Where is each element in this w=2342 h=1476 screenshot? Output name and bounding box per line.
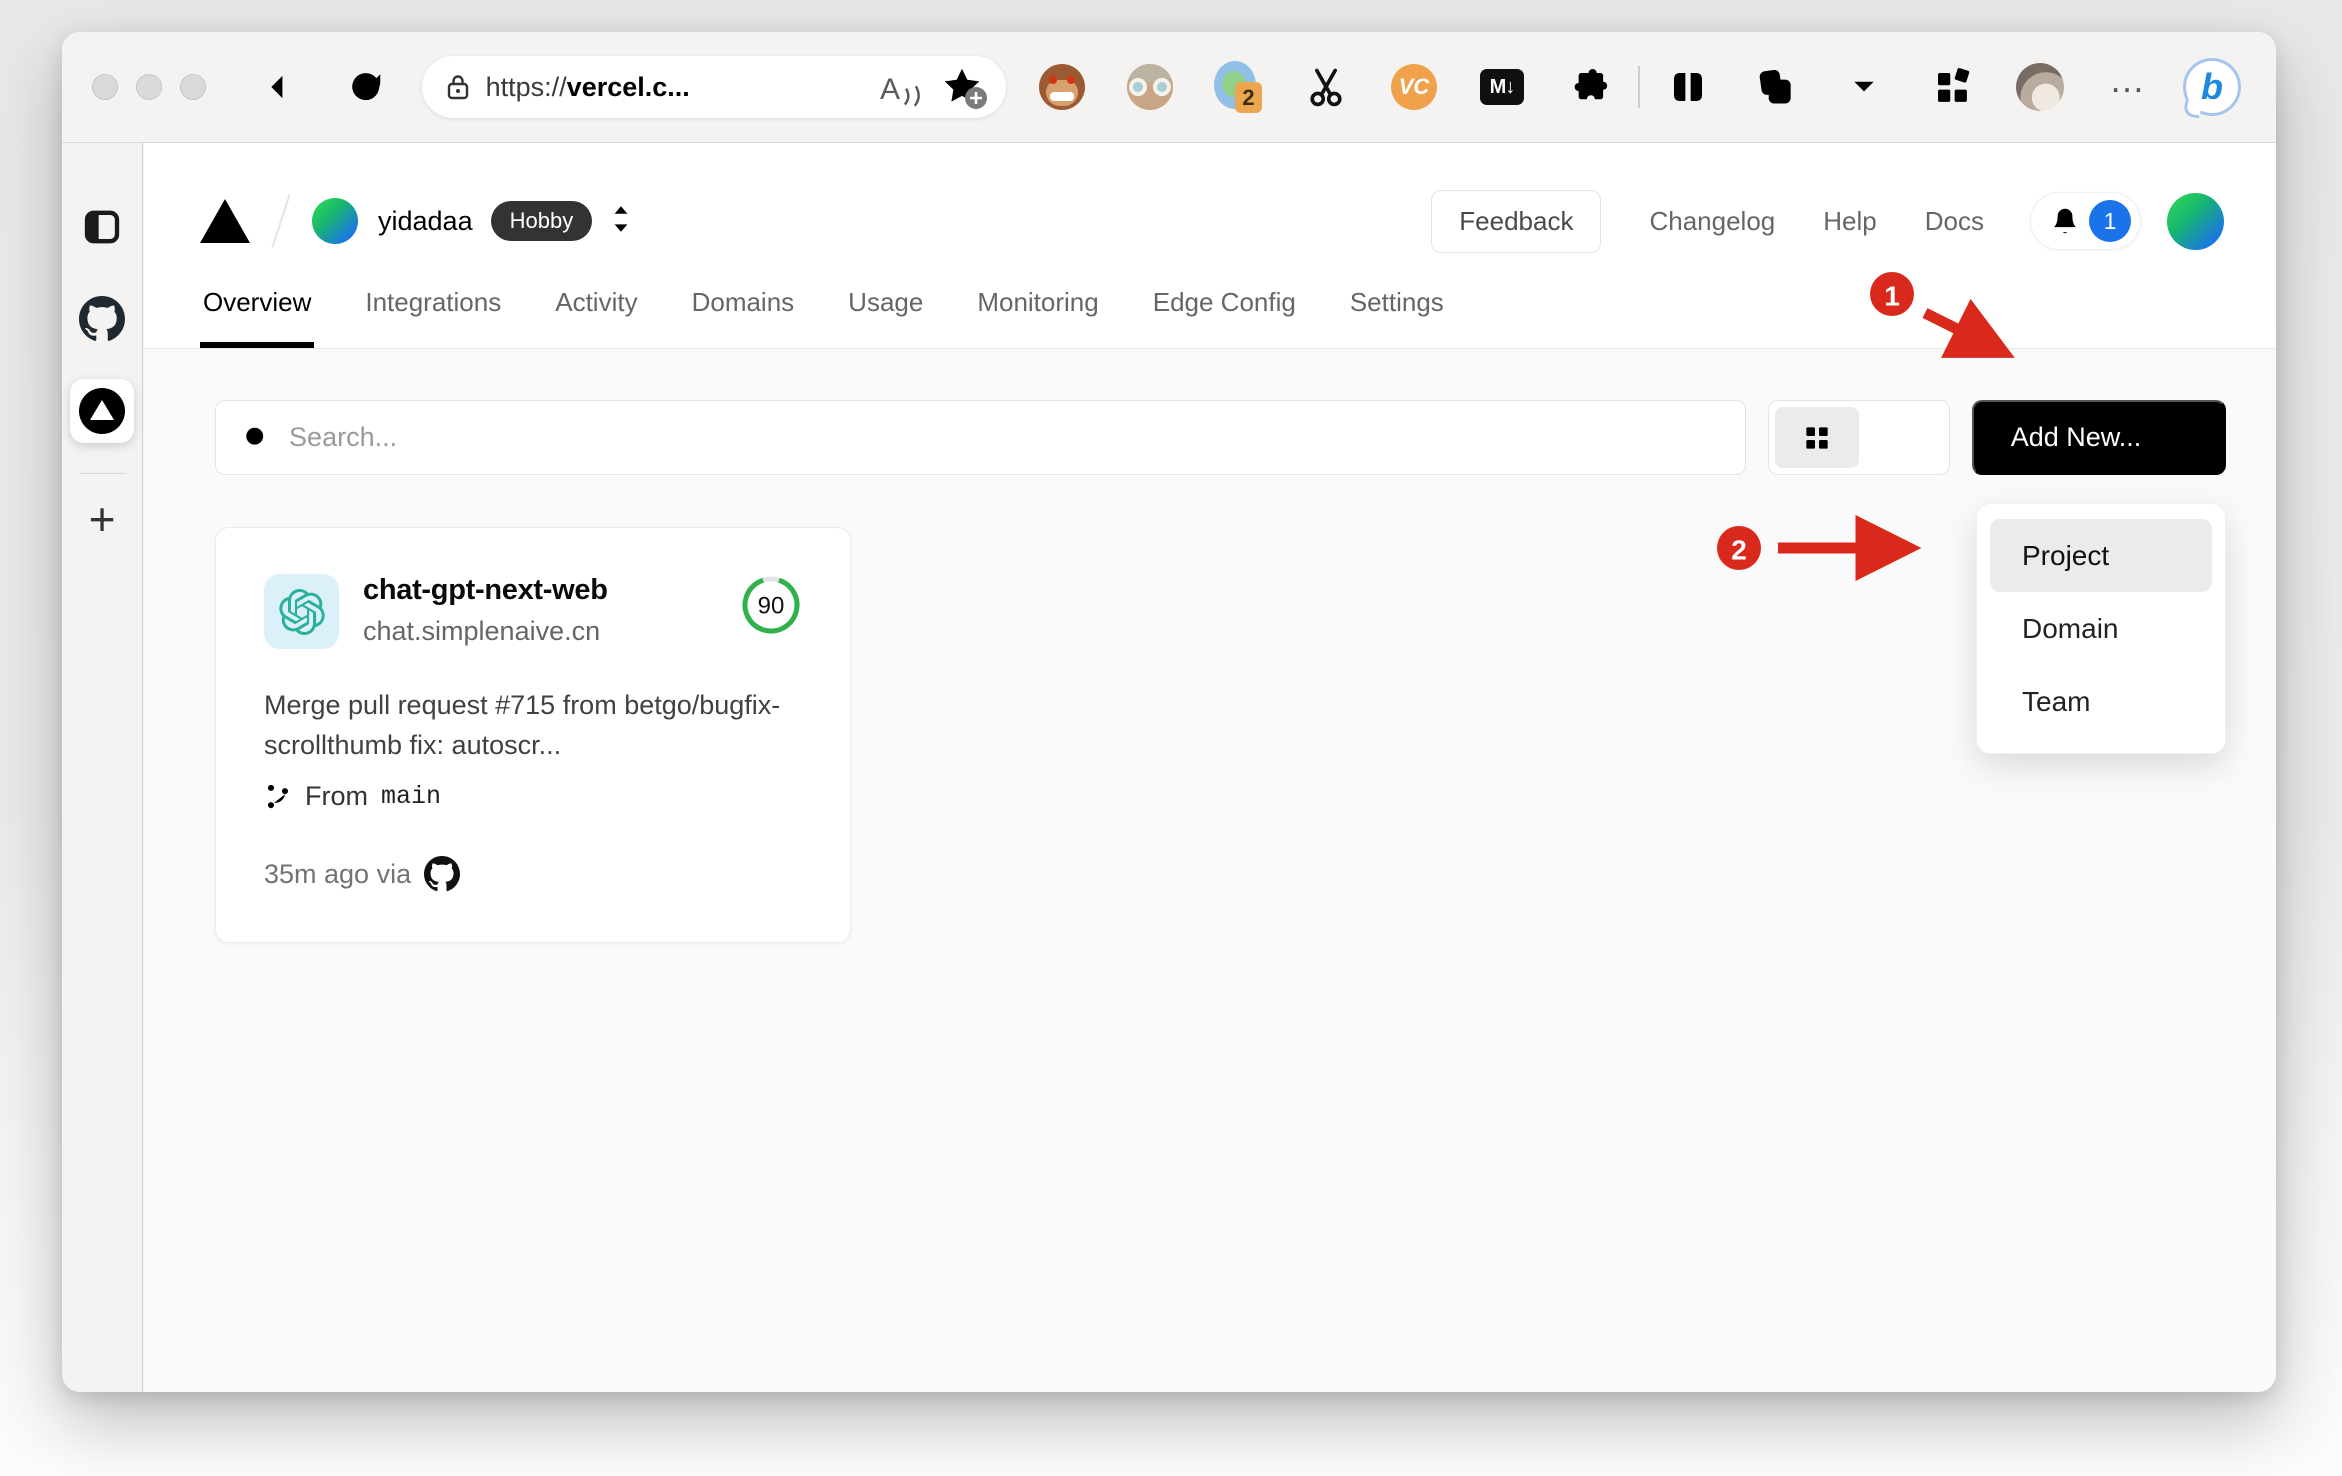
chevron-down-icon <box>2167 434 2181 442</box>
page-content: yidadaa Hobby Feedback Changelog Help Do… <box>144 143 2276 1392</box>
project-favicon <box>264 574 339 649</box>
favorite-star-icon[interactable] <box>940 64 987 110</box>
clipper-extension-icon[interactable] <box>1282 55 1370 119</box>
score-value: 90 <box>758 593 785 620</box>
vercel-header: yidadaa Hobby Feedback Changelog Help Do… <box>144 143 2276 349</box>
lighthouse-score[interactable]: 90 <box>740 574 802 636</box>
bing-chat-icon[interactable]: b <box>2172 55 2252 119</box>
address-bar[interactable]: https://vercel.c... A <box>421 56 1006 118</box>
search-icon <box>246 427 264 445</box>
openai-logo-icon <box>278 588 325 635</box>
refresh-button[interactable] <box>340 59 392 115</box>
tab-overview[interactable]: Overview <box>200 287 315 348</box>
tab-github[interactable] <box>79 273 125 365</box>
close-window-button[interactable] <box>92 74 118 100</box>
commit-message[interactable]: Merge pull request #715 from betgo/bugfi… <box>264 685 802 765</box>
team-switcher-icon[interactable] <box>608 202 634 241</box>
download-icon[interactable] <box>1820 55 1908 119</box>
tab-manager-extension-icon[interactable]: 2 <box>1194 55 1282 119</box>
vc-extension-icon[interactable]: VC <box>1370 55 1458 119</box>
granny-extension-icon[interactable] <box>1106 55 1194 119</box>
tampermonkey-extension-icon[interactable] <box>1018 55 1106 119</box>
browser-toolbar: https://vercel.c... A 2 VC M↓ … b <box>62 32 2276 143</box>
team-name: yidadaa <box>378 205 473 236</box>
tab-settings[interactable]: Settings <box>1347 287 1447 348</box>
add-new-dropdown: Project Domain Team <box>1976 503 2226 754</box>
branch-name[interactable]: main <box>381 782 441 811</box>
apps-grid-icon[interactable] <box>1908 55 1996 119</box>
nav-help[interactable]: Help <box>1823 206 1876 237</box>
github-icon <box>424 856 461 892</box>
read-aloud-icon[interactable]: A <box>880 65 924 109</box>
deploy-time: 35m ago via <box>264 858 412 889</box>
minimize-window-button[interactable] <box>136 74 162 100</box>
markdown-download-extension-icon[interactable]: M↓ <box>1458 55 1546 119</box>
list-view-button[interactable] <box>1859 407 1943 468</box>
dashboard-tabs: Overview Integrations Activity Domains U… <box>200 287 1447 348</box>
tab-vercel-active[interactable] <box>70 365 134 457</box>
add-new-button[interactable]: Add New... <box>1972 400 2226 475</box>
extensions-row: 2 VC M↓ … b <box>1018 55 2252 119</box>
toggle-sidebar-button[interactable] <box>82 181 122 273</box>
browser-sidebar: + <box>62 143 143 1392</box>
plan-badge: Hobby <box>490 201 593 241</box>
user-avatar[interactable] <box>2167 192 2224 250</box>
vercel-logo[interactable] <box>200 199 250 243</box>
split-screen-icon[interactable] <box>1644 55 1732 119</box>
project-domain[interactable]: chat.simplenaive.cn <box>363 616 740 647</box>
dropdown-item-team[interactable]: Team <box>1990 665 2212 738</box>
toolbar-divider <box>1638 66 1640 108</box>
notification-count-badge: 1 <box>2089 200 2131 242</box>
nav-changelog[interactable]: Changelog <box>1649 206 1775 237</box>
search-box[interactable] <box>215 400 1746 475</box>
maximize-window-button[interactable] <box>180 74 206 100</box>
tab-usage[interactable]: Usage <box>845 287 926 348</box>
nav-docs[interactable]: Docs <box>1925 206 1984 237</box>
project-card[interactable]: chat-gpt-next-web chat.simplenaive.cn 90… <box>215 527 851 943</box>
sidebar-divider <box>79 473 125 474</box>
bell-icon <box>2062 232 2068 234</box>
browser-window: https://vercel.c... A 2 VC M↓ … b + yida… <box>62 32 2276 1392</box>
from-label: From <box>305 781 368 811</box>
tab-domains[interactable]: Domains <box>689 287 798 348</box>
collections-icon[interactable] <box>1732 55 1820 119</box>
extensions-puzzle-icon[interactable] <box>1546 55 1634 119</box>
view-toggle <box>1768 400 1950 475</box>
window-controls <box>92 74 206 100</box>
lock-icon <box>447 75 468 100</box>
git-branch-icon <box>267 784 289 808</box>
new-tab-button[interactable]: + <box>89 484 116 554</box>
project-name[interactable]: chat-gpt-next-web <box>363 574 740 607</box>
breadcrumb-slash <box>271 194 291 248</box>
dropdown-item-project[interactable]: Project <box>1990 519 2212 592</box>
tab-activity[interactable]: Activity <box>552 287 640 348</box>
search-input[interactable] <box>289 422 1719 453</box>
tab-monitoring[interactable]: Monitoring <box>974 287 1101 348</box>
feedback-button[interactable]: Feedback <box>1431 189 1602 253</box>
dropdown-item-domain[interactable]: Domain <box>1990 592 2212 665</box>
notifications-button[interactable]: 1 <box>2030 192 2141 250</box>
back-button[interactable] <box>258 59 310 115</box>
tab-integrations[interactable]: Integrations <box>362 287 504 348</box>
grid-view-button[interactable] <box>1775 407 1859 468</box>
url-text: https://vercel.c... <box>485 71 690 102</box>
profile-avatar[interactable] <box>1996 55 2084 119</box>
team-avatar <box>312 198 358 244</box>
more-menu-icon[interactable]: … <box>2084 55 2172 119</box>
tab-edge-config[interactable]: Edge Config <box>1150 287 1299 348</box>
